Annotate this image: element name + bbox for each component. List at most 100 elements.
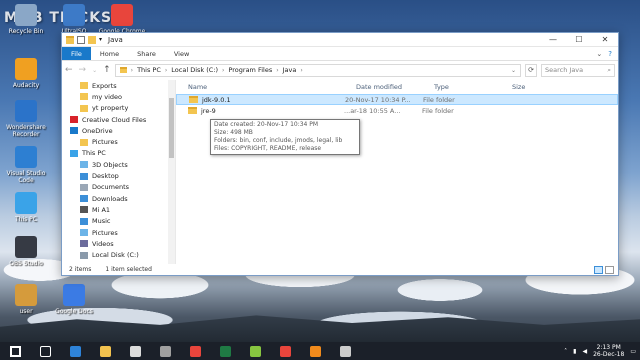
- desktop-icon-wondershare-recorder[interactable]: Wondershare Recorder: [2, 100, 50, 138]
- desktop-icon-recycle-bin[interactable]: Recycle Bin: [2, 4, 50, 35]
- nav-item-downloads[interactable]: Downloads: [62, 193, 175, 204]
- taskbar-excel[interactable]: [210, 342, 240, 360]
- nav-item-my-video[interactable]: my video: [62, 91, 175, 102]
- nav-item-local-disk-c-[interactable]: Local Disk (C:): [62, 249, 175, 260]
- nav-item-label: This PC: [82, 149, 106, 158]
- nav-item-creative-cloud-files[interactable]: Creative Cloud Files: [62, 114, 175, 125]
- column-type[interactable]: Type: [422, 83, 500, 91]
- column-name[interactable]: Name: [176, 83, 344, 91]
- desktop-icon-user[interactable]: user: [2, 284, 50, 315]
- desktop-icon-google-docs[interactable]: Google Docs: [50, 284, 98, 315]
- up-arrow-icon[interactable]: ↑: [103, 65, 111, 75]
- maximize-button[interactable]: ☐: [566, 33, 592, 47]
- taskbar-start-button[interactable]: [0, 342, 30, 360]
- column-size[interactable]: Size: [500, 83, 560, 91]
- taskbar-obs[interactable]: [330, 342, 360, 360]
- desktop-icon-google-chrome[interactable]: Google Chrome: [98, 4, 146, 35]
- navigation-pane[interactable]: Exports my video yt property Creative Cloud…: [62, 80, 176, 264]
- checkbox-icon[interactable]: [77, 35, 85, 44]
- desktop-icon-label: OBS Studio: [9, 260, 43, 267]
- chevron-down-icon[interactable]: ⌄: [511, 67, 516, 74]
- desktop-icon-label: Wondershare Recorder: [6, 124, 46, 138]
- column-date-modified[interactable]: Date modified: [344, 83, 422, 91]
- taskbar-vlc[interactable]: [300, 342, 330, 360]
- desktop-icon-visual-studio-code[interactable]: Visual Studio Code: [2, 146, 50, 184]
- clock-time: 2:13 PM: [596, 344, 621, 351]
- address-bar[interactable]: › This PC › Local Disk (C:) › Program Fi…: [114, 63, 521, 77]
- new-folder-icon[interactable]: [88, 35, 96, 44]
- obs-icon: [339, 345, 351, 357]
- taskbar-task-view[interactable]: [30, 342, 60, 360]
- breadcrumb-local-disk[interactable]: Local Disk (C:): [171, 66, 218, 74]
- breadcrumb-this-pc[interactable]: This PC: [137, 66, 161, 74]
- file-row[interactable]: jdk-9.0.1 20-Nov-17 10:34 P... File folder: [176, 94, 618, 105]
- nav-item-pictures[interactable]: Pictures: [62, 136, 175, 147]
- desktop-icon-audacity[interactable]: Audacity: [2, 58, 50, 89]
- clock-date: 26-Dec-18: [593, 351, 625, 358]
- nav-item-3d-objects[interactable]: 3D Objects: [62, 159, 175, 170]
- taskbar-calculator[interactable]: [150, 342, 180, 360]
- folder-icon: [80, 138, 88, 146]
- tab-file[interactable]: File: [62, 47, 91, 60]
- notifications-icon[interactable]: ▭: [630, 348, 636, 355]
- explorer-window[interactable]: ▾ Java — ☐ ✕ File Home Share View ⌄ ? ← …: [61, 32, 619, 276]
- close-button[interactable]: ✕: [592, 33, 618, 47]
- tooltip-line: Files: COPYRIGHT, README, release: [214, 145, 322, 152]
- chevron-up-icon[interactable]: ˄: [564, 348, 567, 355]
- network-icon[interactable]: ▮: [573, 348, 576, 355]
- breadcrumb-java[interactable]: Java: [283, 66, 297, 74]
- taskbar-edge[interactable]: [60, 342, 90, 360]
- file-list[interactable]: Name Date modified Type Size jdk-9.0.1 20…: [176, 80, 618, 264]
- nav-item-label: 3D Objects: [92, 160, 128, 169]
- search-input[interactable]: Search Java ⌕: [541, 63, 615, 77]
- nav-item-music[interactable]: Music: [62, 216, 175, 227]
- nav-item-label: Mi A1: [92, 205, 111, 214]
- documents-icon: [80, 183, 88, 191]
- desktop-icon-this-pc[interactable]: This PC: [2, 192, 50, 223]
- desktop-icon-obs-studio[interactable]: OBS Studio: [2, 236, 50, 267]
- tab-view[interactable]: View: [165, 47, 198, 60]
- nav-item-exports[interactable]: Exports: [62, 80, 175, 91]
- breadcrumb-program-files[interactable]: Program Files: [228, 66, 272, 74]
- nav-item-yt-property[interactable]: yt property: [62, 103, 175, 114]
- volume-icon[interactable]: ◀: [582, 348, 587, 355]
- nav-item-this-pc[interactable]: This PC: [62, 148, 175, 159]
- app-icon: [15, 284, 37, 306]
- nav-scrollbar[interactable]: [168, 80, 175, 264]
- forward-arrow-icon[interactable]: →: [79, 65, 87, 75]
- minimize-button[interactable]: —: [540, 33, 566, 47]
- nav-item-documents[interactable]: Documents: [62, 182, 175, 193]
- folder-icon: [66, 35, 74, 44]
- nav-item-desktop[interactable]: Desktop: [62, 170, 175, 181]
- file-name: jre-9: [201, 106, 216, 115]
- nav-scrollbar-thumb[interactable]: [169, 98, 174, 158]
- system-tray: ˄ ▮ ◀ 2:13 PM 26-Dec-18 ▭: [564, 344, 640, 358]
- chrome-icon: [189, 345, 201, 357]
- large-icons-view-icon[interactable]: [605, 265, 614, 274]
- nav-item-onedrive[interactable]: OneDrive: [62, 125, 175, 136]
- refresh-button[interactable]: ⟳: [525, 63, 537, 77]
- taskbar-android-tool[interactable]: [240, 342, 270, 360]
- nav-item-videos[interactable]: Videos: [62, 238, 175, 249]
- help-icon[interactable]: ?: [608, 50, 612, 58]
- tab-home[interactable]: Home: [91, 47, 128, 60]
- expand-ribbon-icon[interactable]: ⌄: [596, 50, 602, 58]
- clock[interactable]: 2:13 PM 26-Dec-18: [593, 344, 624, 358]
- taskbar-store[interactable]: [120, 342, 150, 360]
- nav-item-pictures[interactable]: Pictures: [62, 227, 175, 238]
- file-row[interactable]: jre-9 ...ar-18 10:55 A... File folder: [176, 105, 618, 116]
- taskbar-chrome-2[interactable]: [270, 342, 300, 360]
- details-view-icon[interactable]: [594, 265, 603, 274]
- nav-item-label: Pictures: [92, 228, 118, 237]
- taskbar-chrome[interactable]: [180, 342, 210, 360]
- file-date: 20-Nov-17 10:34 P...: [345, 95, 411, 104]
- nav-item-mi-a1[interactable]: Mi A1: [62, 204, 175, 215]
- recent-locations-icon[interactable]: ⌄: [92, 67, 97, 74]
- taskbar-file-explorer[interactable]: [90, 342, 120, 360]
- chevron-down-icon[interactable]: ▾: [99, 36, 102, 44]
- back-arrow-icon[interactable]: ←: [65, 65, 73, 75]
- desktop-icon-ultraiso[interactable]: UltraISO: [50, 4, 98, 35]
- search-placeholder: Search Java: [545, 66, 584, 74]
- title-bar[interactable]: ▾ Java — ☐ ✕: [62, 33, 618, 47]
- tab-share[interactable]: Share: [128, 47, 165, 60]
